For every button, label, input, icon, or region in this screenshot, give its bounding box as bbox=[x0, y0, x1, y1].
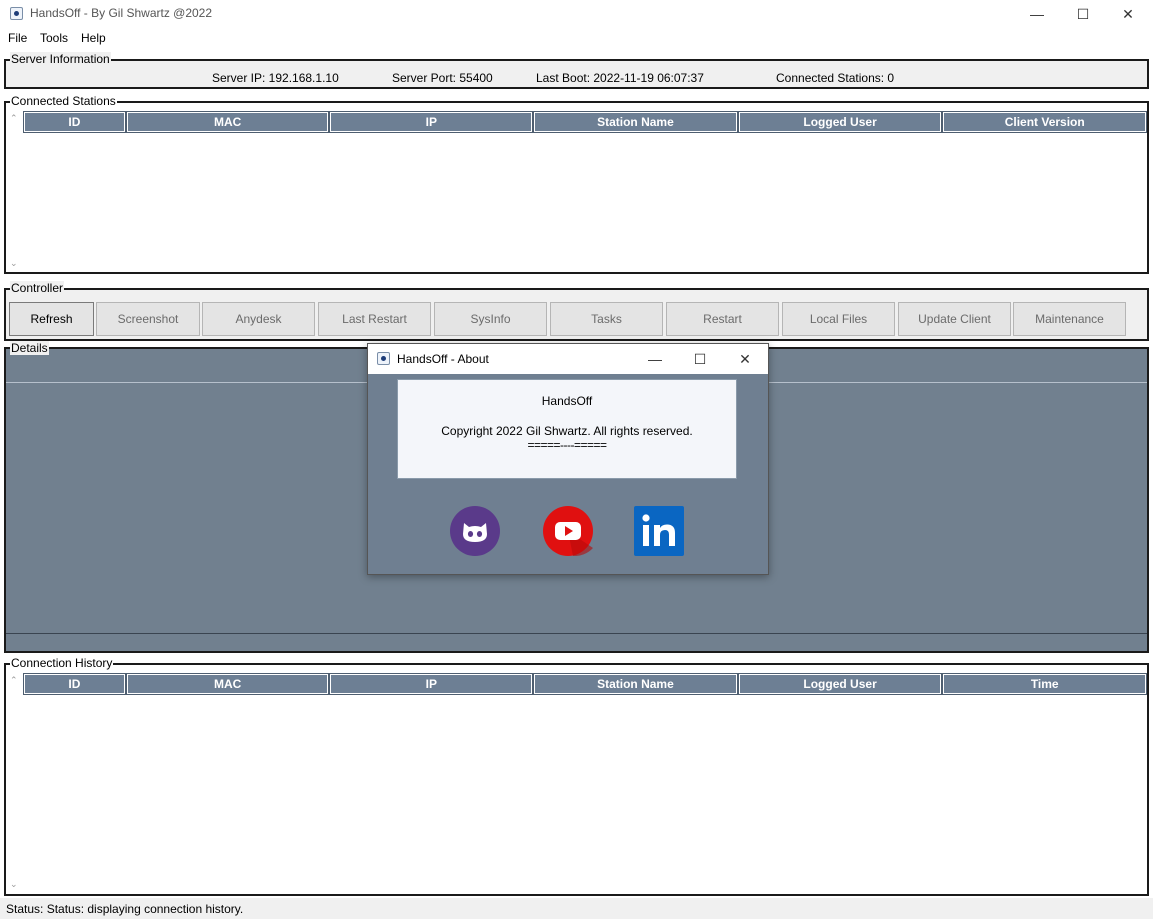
connected-stations-count: Connected Stations: 0 bbox=[776, 71, 895, 85]
local-files-button[interactable]: Local Files bbox=[782, 302, 895, 336]
app-icon bbox=[10, 7, 23, 20]
server-ip: Server IP: 192.168.1.10 bbox=[212, 71, 339, 85]
scroll-down-icon[interactable]: ⌄ bbox=[10, 258, 18, 269]
tasks-button[interactable]: Tasks bbox=[550, 302, 663, 336]
history-column-header-logged-user[interactable]: Logged User bbox=[737, 673, 943, 695]
status-text: Status: Status: displaying connection hi… bbox=[6, 902, 244, 916]
history-column-header-ip[interactable]: IP bbox=[329, 673, 534, 695]
about-dialog: HandsOff - About — ☐ ✕ HandsOff Copyrigh… bbox=[367, 343, 769, 575]
dialog-app-icon bbox=[377, 352, 390, 365]
controller-label: Controller bbox=[10, 281, 65, 295]
about-app-name: HandsOff bbox=[541, 394, 593, 408]
column-header-ip[interactable]: IP bbox=[329, 111, 534, 133]
connected-stations-label: Connected Stations bbox=[10, 94, 117, 108]
title-bar: HandsOff - By Gil Shwartz @2022 — ☐ ✕ bbox=[0, 0, 1153, 28]
table-header: ID MAC IP Station Name Logged User Clien… bbox=[23, 111, 1148, 133]
dialog-close-button[interactable]: ✕ bbox=[722, 345, 768, 373]
menu-help[interactable]: Help bbox=[81, 31, 106, 45]
last-boot: Last Boot: 2022-11-19 06:07:37 bbox=[536, 71, 704, 85]
anydesk-button[interactable]: Anydesk bbox=[202, 302, 315, 336]
history-scroll-up-icon[interactable]: ⌃ bbox=[10, 675, 18, 686]
history-column-header-time[interactable]: Time bbox=[942, 673, 1148, 695]
history-scroll-down-icon[interactable]: ⌄ bbox=[10, 879, 18, 890]
youtube-link[interactable] bbox=[543, 506, 593, 557]
connected-stations-group: Connected Stations ⌃ ⌄ ID MAC IP Station… bbox=[4, 94, 1149, 274]
sysinfo-button[interactable]: SysInfo bbox=[434, 302, 547, 336]
about-copyright: Copyright 2022 Gil Shwartz. All rights r… bbox=[441, 424, 693, 438]
youtube-icon bbox=[543, 506, 593, 557]
window-title: HandsOff - By Gil Shwartz @2022 bbox=[30, 6, 213, 20]
connection-history-label: Connection History bbox=[10, 656, 114, 670]
about-dialog-title-bar: HandsOff - About — ☐ ✕ bbox=[368, 344, 768, 374]
details-divider-bottom bbox=[6, 633, 1147, 634]
close-button[interactable]: ✕ bbox=[1105, 0, 1151, 28]
history-column-header-id[interactable]: ID bbox=[23, 673, 126, 695]
scroll-up-icon[interactable]: ⌃ bbox=[10, 113, 18, 124]
maintenance-button[interactable]: Maintenance bbox=[1013, 302, 1126, 336]
menu-file[interactable]: File bbox=[8, 31, 27, 45]
minimize-button[interactable]: — bbox=[1014, 0, 1060, 28]
linkedin-link[interactable] bbox=[634, 506, 684, 556]
refresh-button[interactable]: Refresh bbox=[9, 302, 94, 336]
connection-history-table[interactable]: ID MAC IP Station Name Logged User Time bbox=[23, 673, 1148, 892]
last-restart-button[interactable]: Last Restart bbox=[318, 302, 431, 336]
connected-stations-table[interactable]: ID MAC IP Station Name Logged User Clien… bbox=[23, 111, 1148, 272]
history-column-header-station-name[interactable]: Station Name bbox=[533, 673, 738, 695]
about-separator: =====----===== bbox=[527, 438, 607, 452]
dialog-maximize-button[interactable]: ☐ bbox=[677, 345, 723, 373]
column-header-mac[interactable]: MAC bbox=[125, 111, 330, 133]
history-table-header: ID MAC IP Station Name Logged User Time bbox=[23, 673, 1148, 695]
server-information-label: Server Information bbox=[10, 52, 111, 66]
maximize-button[interactable]: ☐ bbox=[1060, 0, 1106, 28]
column-header-client-version[interactable]: Client Version bbox=[942, 111, 1148, 133]
update-client-button[interactable]: Update Client bbox=[898, 302, 1011, 336]
github-link[interactable] bbox=[450, 506, 500, 556]
linkedin-icon bbox=[634, 506, 684, 556]
details-label: Details bbox=[10, 341, 49, 355]
history-column-header-mac[interactable]: MAC bbox=[125, 673, 330, 695]
column-header-station-name[interactable]: Station Name bbox=[533, 111, 738, 133]
github-icon bbox=[450, 506, 500, 556]
connection-history-group: Connection History ⌃ ⌄ ID MAC IP Station… bbox=[4, 656, 1149, 896]
server-port: Server Port: 55400 bbox=[392, 71, 493, 85]
menu-bar: File Tools Help bbox=[0, 28, 1153, 48]
column-header-id[interactable]: ID bbox=[23, 111, 126, 133]
dialog-minimize-button[interactable]: — bbox=[632, 345, 678, 373]
column-header-logged-user[interactable]: Logged User bbox=[737, 111, 943, 133]
controller-group: Controller Refresh Screenshot Anydesk La… bbox=[4, 281, 1149, 341]
server-information-group: Server Information Server IP: 192.168.1.… bbox=[4, 52, 1149, 89]
about-dialog-title: HandsOff - About bbox=[397, 352, 489, 366]
menu-tools[interactable]: Tools bbox=[40, 31, 68, 45]
restart-button[interactable]: Restart bbox=[666, 302, 779, 336]
status-bar: Status: Status: displaying connection hi… bbox=[0, 898, 1153, 919]
about-info-panel: HandsOff Copyright 2022 Gil Shwartz. All… bbox=[397, 379, 737, 479]
screenshot-button[interactable]: Screenshot bbox=[96, 302, 200, 336]
